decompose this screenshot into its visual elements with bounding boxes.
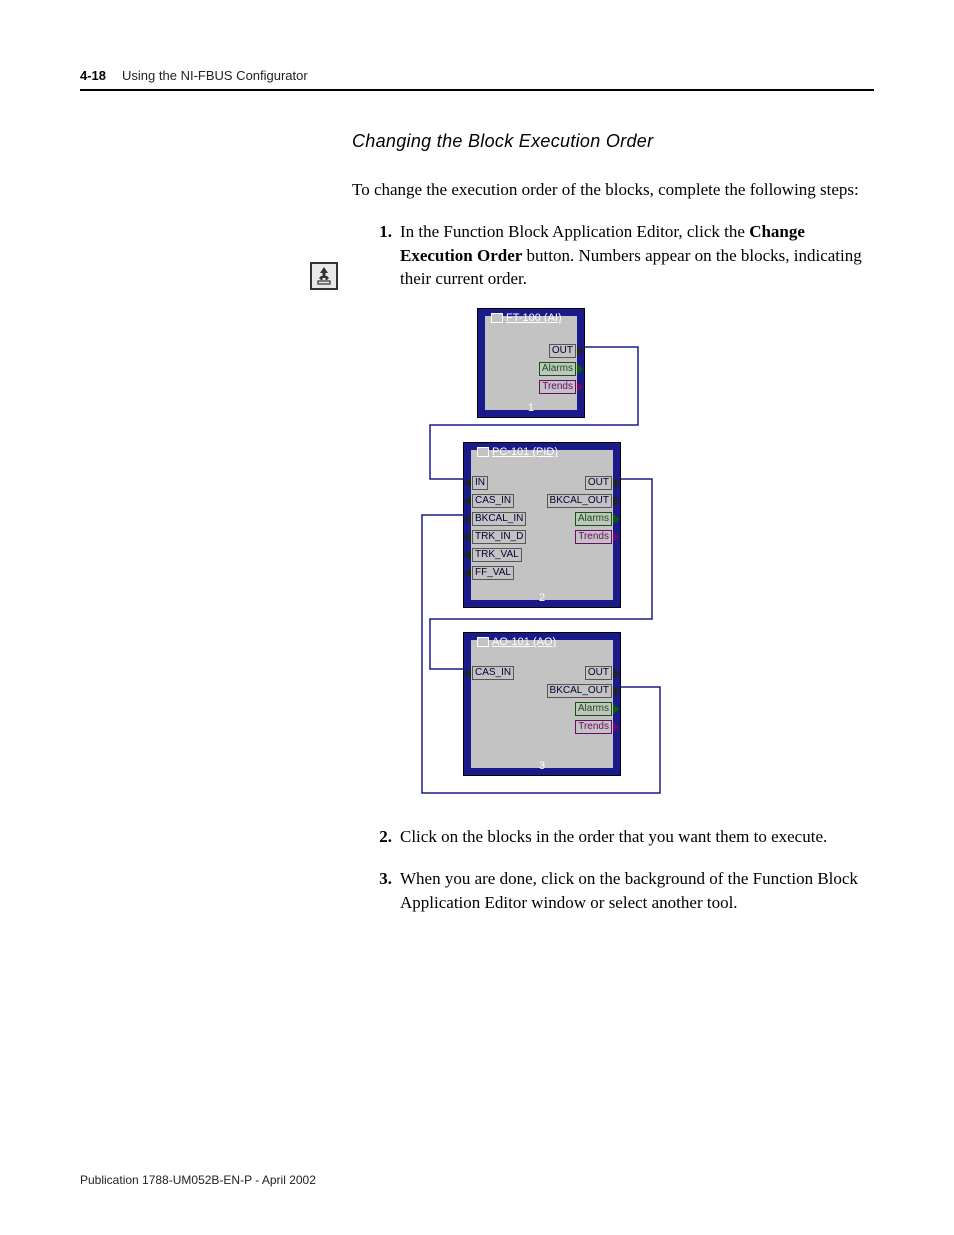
step-3: 3. When you are done, click on the backg… — [368, 867, 872, 915]
block-pc101-order: 2 — [539, 592, 545, 604]
pin-pc101-bkcalout: BKCAL_OUT — [547, 494, 620, 508]
pin-pc101-trends: Trends — [575, 530, 620, 544]
section-heading: Changing the Block Execution Order — [352, 131, 872, 152]
pin-pc101-out: OUT — [585, 476, 620, 490]
step-1-text-a: In the Function Block Application Editor… — [400, 222, 749, 241]
block-ft100: FT-100 (AI) OUT Alarms Trends 1 — [478, 309, 584, 417]
pin-pc101-casin: CAS_IN — [464, 494, 514, 508]
block-ao101-order: 3 — [539, 760, 545, 772]
page-header: 4-18 Using the NI-FBUS Configurator — [80, 68, 874, 91]
pin-pc101-in: IN — [464, 476, 488, 490]
step-2: 2. Click on the blocks in the order that… — [368, 825, 872, 849]
pin-pc101-ffval: FF_VAL — [464, 566, 514, 580]
page-number: 4-18 — [80, 68, 106, 83]
pin-ft100-trends: Trends — [539, 380, 584, 394]
intro-paragraph: To change the execution order of the blo… — [352, 178, 872, 202]
pin-pc101-alarms: Alarms — [575, 512, 620, 526]
chapter-title: Using the NI-FBUS Configurator — [122, 68, 308, 83]
block-ao101: AO-101 (AO) CAS_IN OUT BKCAL_OUT Alarms … — [464, 633, 620, 775]
block-pc101-title: PC-101 (PID) — [492, 446, 558, 458]
block-diagram: FT-100 (AI) OUT Alarms Trends 1 PC-101 (… — [416, 309, 872, 801]
pin-ao101-alarms: Alarms — [575, 702, 620, 716]
pin-pc101-trkval: TRK_VAL — [464, 548, 522, 562]
step-list: 1. In the Function Block Application Edi… — [368, 220, 872, 915]
pin-ft100-out: OUT — [549, 344, 584, 358]
step-3-text: When you are done, click on the backgrou… — [400, 867, 872, 915]
step-2-text: Click on the blocks in the order that yo… — [400, 825, 872, 849]
block-ao101-title: AO-101 (AO) — [492, 636, 556, 648]
change-execution-order-icon — [310, 262, 338, 290]
block-pc101: PC-101 (PID) IN CAS_IN BKCAL_IN TRK_IN_D… — [464, 443, 620, 607]
pin-ao101-trends: Trends — [575, 720, 620, 734]
publication-footer: Publication 1788-UM052B-EN-P - April 200… — [80, 1173, 316, 1187]
pin-pc101-bkcalin: BKCAL_IN — [464, 512, 526, 526]
step-1: 1. In the Function Block Application Edi… — [368, 220, 872, 291]
pin-ft100-alarms: Alarms — [539, 362, 584, 376]
block-ft100-order: 1 — [528, 402, 534, 414]
pin-ao101-casin: CAS_IN — [464, 666, 514, 680]
pin-ao101-bkcalout: BKCAL_OUT — [547, 684, 620, 698]
pin-ao101-out: OUT — [585, 666, 620, 680]
block-ft100-title: FT-100 (AI) — [506, 312, 562, 324]
pin-pc101-trkind: TRK_IN_D — [464, 530, 526, 544]
